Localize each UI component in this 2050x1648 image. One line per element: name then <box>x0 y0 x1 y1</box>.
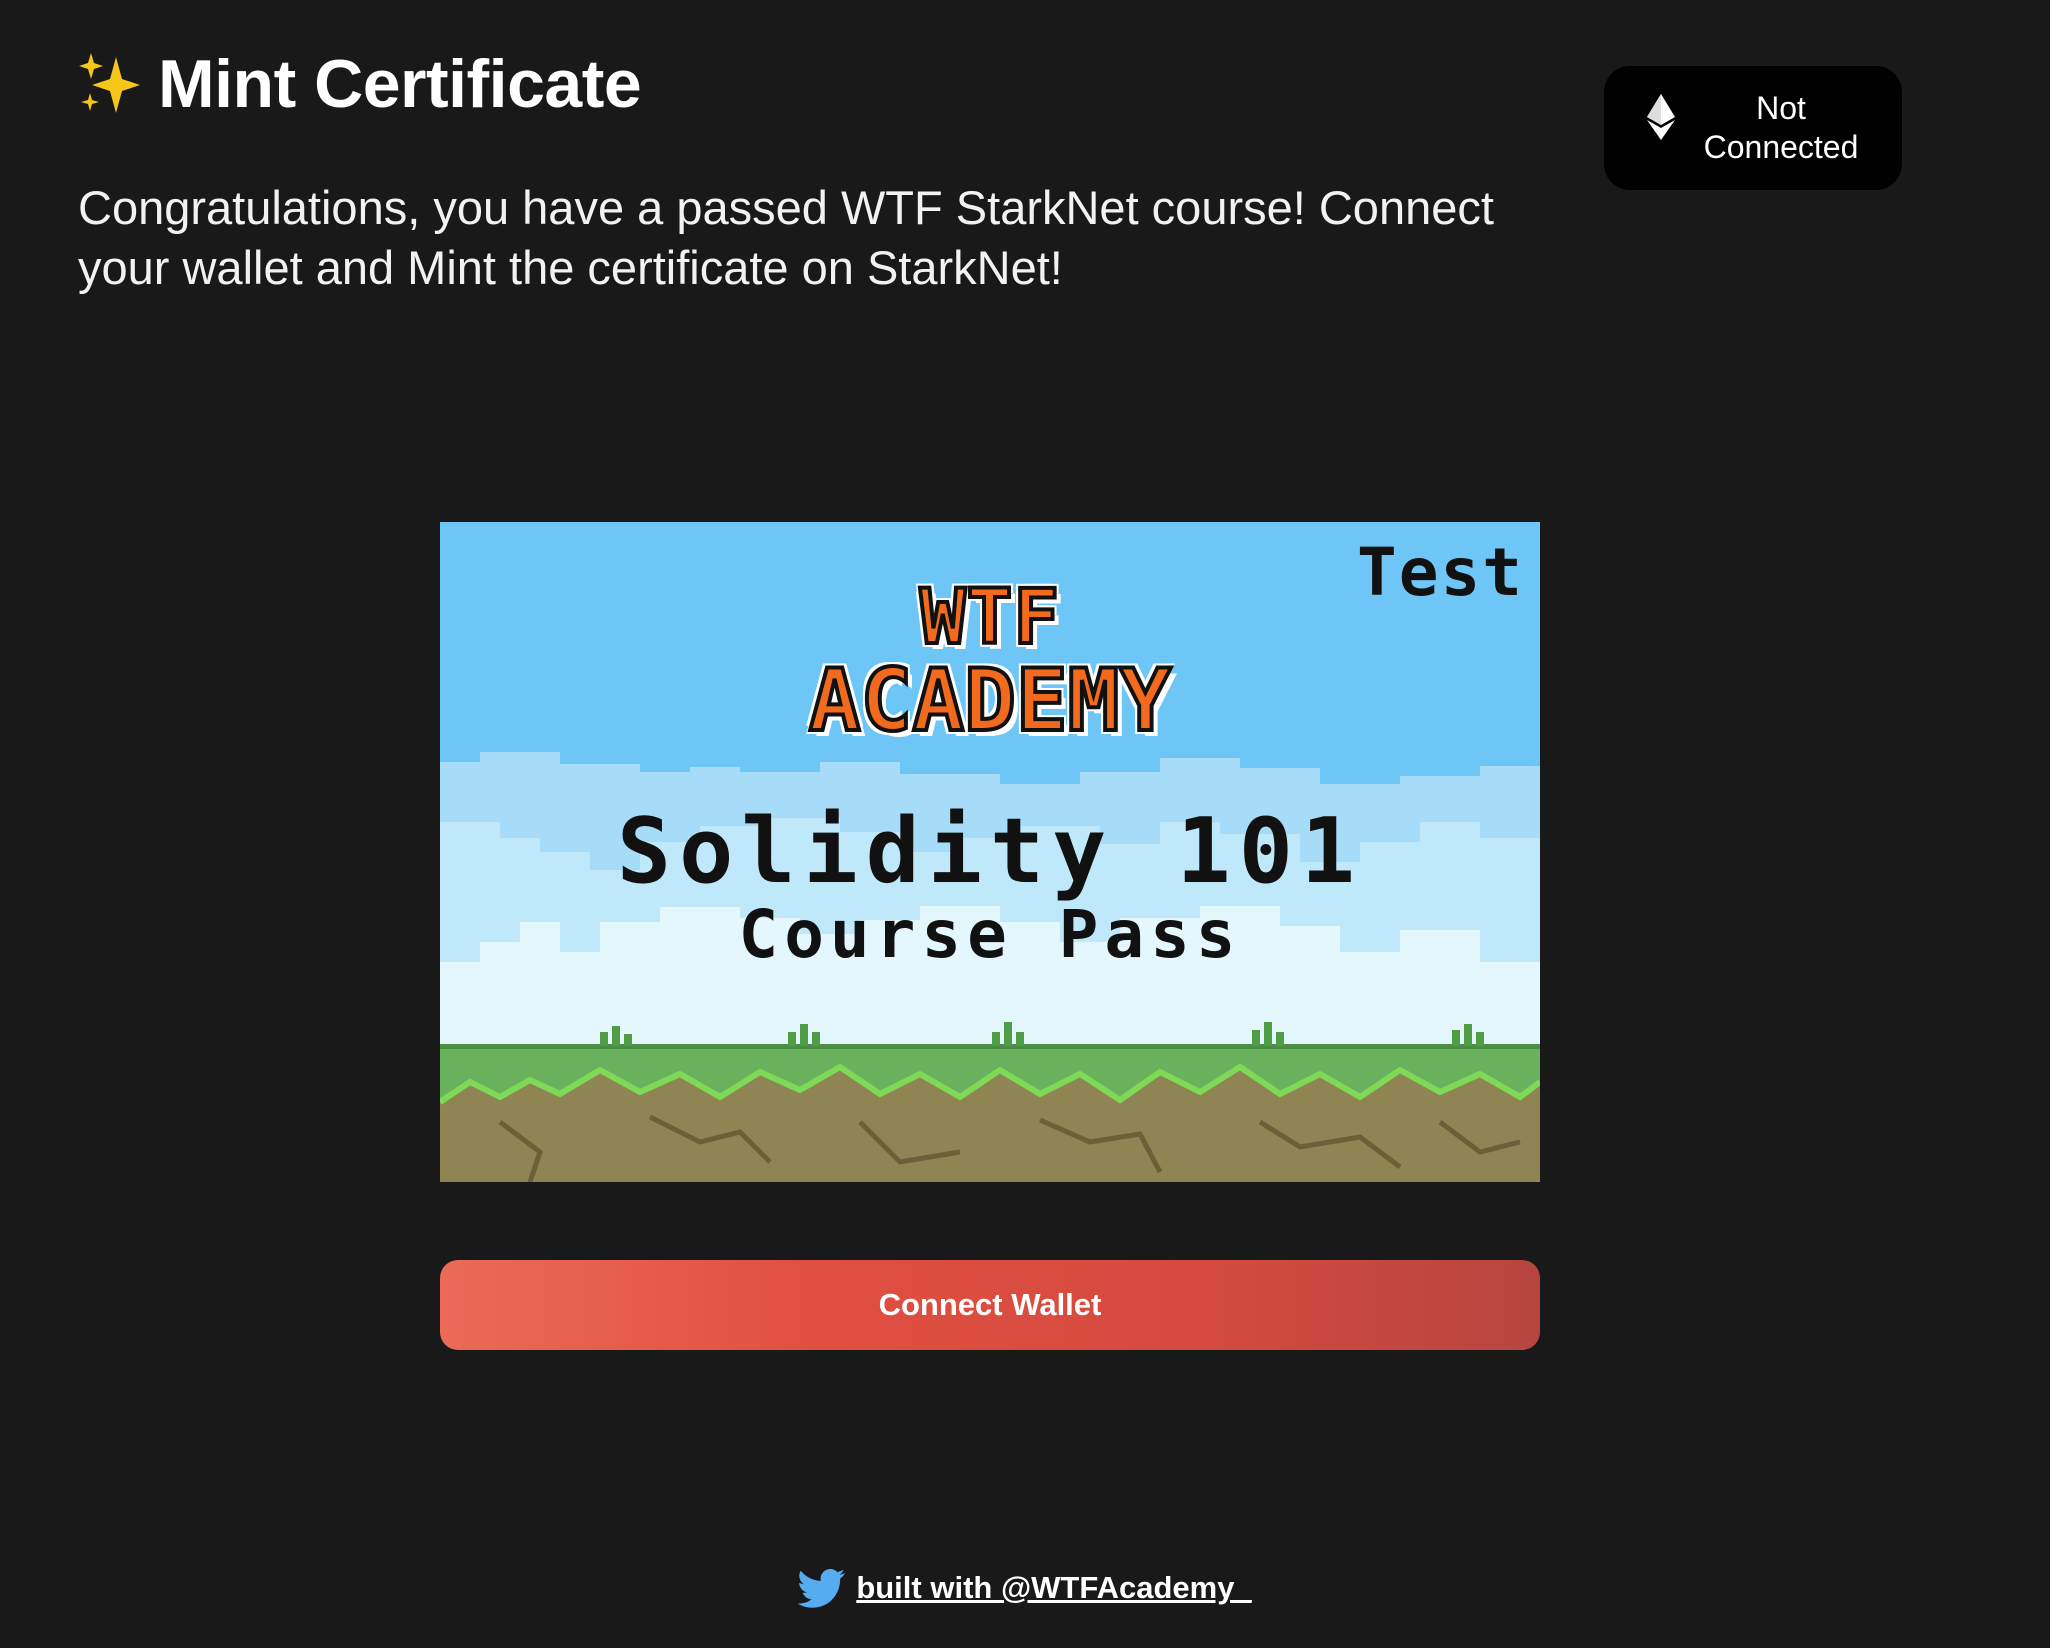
footer-built-with-link[interactable]: built with @WTFAcademy_ <box>856 1570 1251 1606</box>
wallet-status-button[interactable]: Not Connected <box>1604 66 1902 190</box>
footer: built with @WTFAcademy_ <box>0 1568 2050 1608</box>
certificate-course-title: Solidity 101 <box>616 799 1364 904</box>
certificate-preview: Test WTF ACADEMY Solidity 101 Course Pas… <box>440 522 1540 1182</box>
page-title: Mint Certificate <box>158 46 642 122</box>
twitter-icon <box>798 1569 846 1608</box>
mint-page: Mint Certificate Congratulations, you ha… <box>0 0 2050 1648</box>
wtf-academy-logo: WTF ACADEMY <box>440 572 1540 751</box>
page-subtitle: Congratulations, you have a passed WTF S… <box>78 181 1494 294</box>
logo-line-wtf: WTF <box>918 572 1061 661</box>
certificate-course-subtitle: Course Pass <box>738 896 1242 973</box>
ethereum-icon <box>1647 94 1675 140</box>
connect-wallet-button[interactable]: Connect Wallet <box>440 1260 1540 1350</box>
sparkles-icon <box>79 53 140 113</box>
header: Mint Certificate <box>78 46 642 122</box>
wallet-status-label: Not Connected <box>1703 90 1859 165</box>
logo-line-academy: ACADEMY <box>807 651 1173 751</box>
